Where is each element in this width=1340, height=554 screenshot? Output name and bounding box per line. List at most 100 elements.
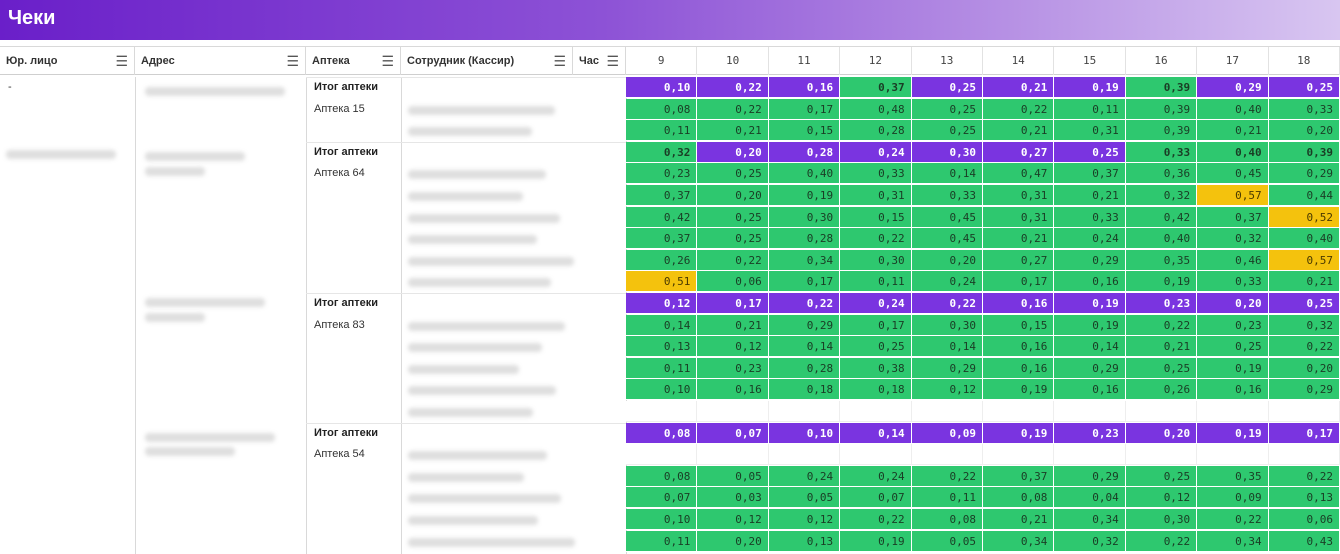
data-cell[interactable]: 0,29 <box>911 357 983 379</box>
data-cell[interactable]: 0,21 <box>983 120 1055 142</box>
data-cell[interactable]: 0,25 <box>697 228 769 250</box>
data-cell[interactable]: 0,20 <box>1268 120 1340 142</box>
data-cell[interactable]: 0,14 <box>626 314 698 336</box>
data-cell[interactable]: 0,19 <box>840 530 912 552</box>
data-cell[interactable]: 0,03 <box>697 487 769 509</box>
data-cell[interactable]: 0,25 <box>911 98 983 120</box>
data-cell[interactable]: 0,46 <box>1197 249 1269 271</box>
data-cell[interactable]: 0,12 <box>626 293 698 314</box>
data-cell[interactable]: 0,08 <box>983 487 1055 509</box>
data-cell[interactable]: 0,21 <box>1268 271 1340 293</box>
data-cell[interactable]: 0,20 <box>1125 422 1198 444</box>
data-cell[interactable] <box>983 444 1055 466</box>
data-cell[interactable]: 0,22 <box>840 509 912 530</box>
data-cell[interactable]: 0,39 <box>1125 98 1198 120</box>
data-cell[interactable]: 0,52 <box>1268 206 1340 228</box>
data-cell[interactable]: 0,20 <box>1197 293 1269 314</box>
data-cell[interactable]: 0,28 <box>768 141 841 163</box>
data-cell[interactable]: 0,19 <box>1197 422 1269 444</box>
data-cell[interactable]: 0,21 <box>697 120 769 142</box>
data-cell[interactable]: 0,22 <box>1268 465 1340 487</box>
data-cell[interactable]: 0,31 <box>1054 120 1126 142</box>
data-cell[interactable]: 0,22 <box>697 77 769 98</box>
data-cell[interactable] <box>626 401 698 422</box>
data-cell[interactable]: 0,30 <box>1125 509 1198 530</box>
data-cell[interactable]: 0,27 <box>983 141 1055 163</box>
data-cell[interactable]: 0,25 <box>1268 77 1340 98</box>
data-cell[interactable]: 0,33 <box>1268 98 1340 120</box>
data-cell[interactable]: 0,35 <box>1125 249 1198 271</box>
data-cell[interactable]: 0,33 <box>1197 271 1269 293</box>
data-cell[interactable]: 0,04 <box>1054 487 1126 509</box>
data-cell[interactable]: 0,22 <box>697 249 769 271</box>
data-cell[interactable] <box>1125 401 1198 422</box>
hour-header-18[interactable]: 18 <box>1269 47 1340 75</box>
data-cell[interactable]: 0,17 <box>983 271 1055 293</box>
data-cell[interactable]: 0,31 <box>983 185 1055 206</box>
data-cell[interactable]: 0,36 <box>1125 163 1198 185</box>
data-cell[interactable]: 0,06 <box>1268 509 1340 530</box>
data-cell[interactable]: 0,47 <box>983 163 1055 185</box>
data-cell[interactable]: 0,21 <box>983 77 1055 98</box>
data-cell[interactable]: 0,40 <box>1197 141 1269 163</box>
data-cell[interactable]: 0,10 <box>626 509 698 530</box>
data-cell[interactable]: 0,23 <box>1054 422 1126 444</box>
data-cell[interactable]: 0,25 <box>911 77 983 98</box>
data-cell[interactable]: 0,17 <box>768 271 841 293</box>
data-cell[interactable]: 0,25 <box>1268 293 1340 314</box>
data-cell[interactable]: 0,22 <box>697 98 769 120</box>
data-cell[interactable]: 0,25 <box>840 336 912 358</box>
data-cell[interactable]: 0,19 <box>1054 293 1126 314</box>
data-cell[interactable]: 0,25 <box>1125 465 1198 487</box>
data-cell[interactable]: 0,43 <box>1268 530 1340 552</box>
data-cell[interactable]: 0,29 <box>1054 465 1126 487</box>
data-cell[interactable]: 0,39 <box>1125 120 1198 142</box>
data-cell[interactable] <box>1268 401 1340 422</box>
data-cell[interactable]: 0,29 <box>1054 357 1126 379</box>
data-cell[interactable]: 0,19 <box>1125 271 1198 293</box>
data-cell[interactable]: 0,16 <box>983 336 1055 358</box>
data-cell[interactable]: 0,07 <box>840 487 912 509</box>
hour-header-16[interactable]: 16 <box>1126 47 1198 75</box>
data-cell[interactable]: 0,32 <box>1125 185 1198 206</box>
data-cell[interactable] <box>1054 444 1126 466</box>
hour-header-17[interactable]: 17 <box>1197 47 1269 75</box>
hamburger-menu-icon[interactable]: ☰ <box>553 47 566 75</box>
data-cell[interactable]: 0,11 <box>626 120 698 142</box>
data-cell[interactable]: 0,12 <box>697 336 769 358</box>
data-cell[interactable]: 0,24 <box>911 271 983 293</box>
data-cell[interactable]: 0,13 <box>1268 487 1340 509</box>
data-cell[interactable]: 0,33 <box>911 185 983 206</box>
data-cell[interactable]: 0,16 <box>768 77 841 98</box>
data-cell[interactable]: 0,28 <box>840 120 912 142</box>
data-cell[interactable]: 0,14 <box>911 163 983 185</box>
data-cell[interactable]: 0,16 <box>983 293 1055 314</box>
data-cell[interactable]: 0,24 <box>768 465 841 487</box>
data-cell[interactable]: 0,21 <box>1197 120 1269 142</box>
data-cell[interactable]: 0,08 <box>626 98 698 120</box>
data-cell[interactable]: 0,16 <box>1054 379 1126 401</box>
data-cell[interactable]: 0,23 <box>1197 314 1269 336</box>
data-cell[interactable] <box>1268 444 1340 466</box>
data-cell[interactable]: 0,28 <box>768 357 841 379</box>
data-cell[interactable]: 0,37 <box>626 185 698 206</box>
data-cell[interactable]: 0,29 <box>768 314 841 336</box>
data-cell[interactable]: 0,10 <box>626 379 698 401</box>
data-cell[interactable]: 0,22 <box>1125 530 1198 552</box>
data-cell[interactable]: 0,16 <box>983 357 1055 379</box>
data-cell[interactable]: 0,45 <box>911 206 983 228</box>
data-cell[interactable]: 0,44 <box>1268 185 1340 206</box>
column-header-cashier[interactable]: Сотрудник (Кассир) ☰ <box>401 47 573 75</box>
data-cell[interactable]: 0,14 <box>768 336 841 358</box>
data-cell[interactable]: 0,19 <box>1054 77 1126 98</box>
data-cell[interactable]: 0,22 <box>911 293 983 314</box>
data-cell[interactable]: 0,25 <box>1197 336 1269 358</box>
data-cell[interactable]: 0,16 <box>697 379 769 401</box>
data-cell[interactable]: 0,19 <box>983 422 1055 444</box>
data-cell[interactable]: 0,40 <box>1197 98 1269 120</box>
column-header-hour[interactable]: Час ☰ <box>573 47 626 75</box>
data-cell[interactable] <box>626 444 698 466</box>
data-cell[interactable]: 0,28 <box>768 228 841 250</box>
data-cell[interactable]: 0,32 <box>1054 530 1126 552</box>
data-cell[interactable]: 0,17 <box>768 98 841 120</box>
